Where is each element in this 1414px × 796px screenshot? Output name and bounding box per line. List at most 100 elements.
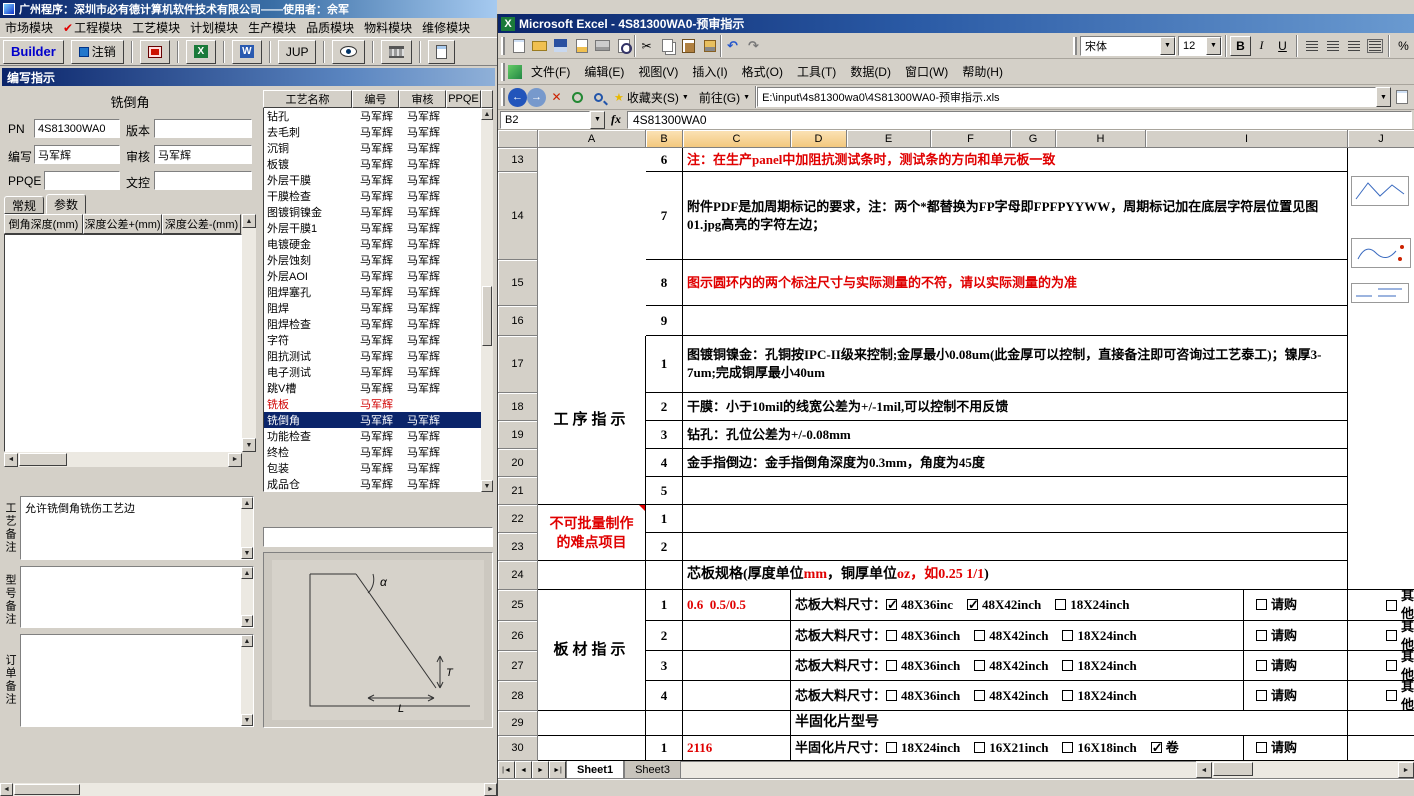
checkbox-18X24inch[interactable]: 18X24inch: [1062, 687, 1137, 705]
param-grid-hscrollbar[interactable]: ◄ ►: [4, 452, 242, 467]
cell-A22[interactable]: 不可批量制作 的难点项目: [538, 505, 646, 561]
cell-CI16[interactable]: [683, 306, 1348, 336]
col-process-name[interactable]: 工艺名称: [263, 90, 352, 108]
cell-K26[interactable]: 其他: [1348, 621, 1414, 651]
formula-input[interactable]: 4S81300WA0: [627, 110, 1412, 129]
prev-sheet-icon[interactable]: ◄: [515, 761, 532, 779]
cell-A29[interactable]: [538, 711, 646, 736]
col-writer[interactable]: 编号: [352, 90, 399, 108]
left-menu-item-3[interactable]: 计划模块: [185, 17, 243, 38]
scroll-up-icon[interactable]: ▲: [241, 635, 253, 647]
row-header-22[interactable]: 22: [498, 505, 538, 533]
writer-input[interactable]: [34, 145, 120, 164]
row-header-16[interactable]: 16: [498, 306, 538, 336]
cell-K27[interactable]: 其他: [1348, 651, 1414, 681]
process-row-3[interactable]: 板镀 马军辉 马军辉: [264, 156, 482, 172]
left-menu-item-2[interactable]: 工艺模块: [127, 17, 185, 38]
checkbox-48X42inch[interactable]: 48X42inch: [967, 596, 1041, 614]
cell-CI23[interactable]: [683, 533, 1348, 561]
process-row-20[interactable]: 功能检查 马军辉 马军辉: [264, 428, 482, 444]
col-auditor[interactable]: 审核: [399, 90, 446, 108]
process-row-16[interactable]: 电子测试 马军辉 马军辉: [264, 364, 482, 380]
checkbox-其他[interactable]: 其他: [1386, 681, 1414, 710]
doc-control-input[interactable]: [154, 171, 252, 190]
cell-CI22[interactable]: [683, 505, 1348, 533]
cell-J26[interactable]: 请购: [1244, 621, 1348, 651]
cell-D130[interactable]: 半固化片尺寸： 18X24inch 16X21inch 16X18inch 卷: [791, 736, 1244, 761]
scroll-up-icon[interactable]: ▲: [242, 214, 256, 228]
col-ppqe[interactable]: PPQE: [446, 90, 481, 108]
excel-menu-item-0[interactable]: 文件(F): [524, 60, 577, 83]
cell-C25[interactable]: 0.6 0.5/0.5: [683, 590, 791, 621]
excel-menu-item-8[interactable]: 帮助(H): [955, 60, 1010, 83]
red-grid-tool-button[interactable]: [139, 39, 170, 64]
param-grid-body[interactable]: [4, 234, 242, 452]
scroll-down-icon[interactable]: ▼: [241, 547, 253, 559]
underline-button[interactable]: U: [1272, 36, 1293, 56]
align-center-button[interactable]: [1322, 36, 1343, 56]
open-button[interactable]: [529, 36, 550, 56]
process-row-15[interactable]: 阻抗测试 马军辉 马军辉: [264, 348, 482, 364]
cell-D126[interactable]: 芯板大料尺寸： 48X36inch 48X42inch 18X24inch: [791, 621, 1244, 651]
cell-CI17[interactable]: 图镀铜镍金：孔铜按IPC-II级来控制;金厚最小0.08um(此金厚可以控制，直…: [683, 336, 1348, 393]
sheet-tab-sheet1[interactable]: Sheet1: [566, 761, 625, 779]
cell-CI18[interactable]: 干膜：小于10mil的线宽公差为+/-1mil,可以控制不用反馈: [683, 393, 1348, 421]
scrollbar-thumb[interactable]: [14, 784, 80, 795]
scrollbar-thumb[interactable]: [19, 453, 67, 466]
row-header-20[interactable]: 20: [498, 449, 538, 477]
tab-split-area[interactable]: [680, 761, 1196, 779]
save-button[interactable]: [550, 36, 571, 56]
process-row-2[interactable]: 沉铜 马军辉 马军辉: [264, 140, 482, 156]
cell-D128[interactable]: 芯板大料尺寸： 48X36inch 48X42inch 18X24inch: [791, 681, 1244, 711]
column-header-D[interactable]: D: [791, 130, 847, 148]
process-row-23[interactable]: 成品仓 马军辉 马军辉: [264, 476, 482, 492]
left-horizontal-scrollbar[interactable]: ◄ ►: [0, 783, 497, 796]
row-header-30[interactable]: 30: [498, 736, 538, 761]
go-button[interactable]: 前往(G) ▼: [694, 89, 755, 106]
sheet-tab-sheet3[interactable]: Sheet3: [624, 761, 681, 779]
cell-J28[interactable]: 请购: [1244, 681, 1348, 711]
column-header-B[interactable]: B: [646, 130, 683, 148]
checkbox-18X24inch[interactable]: 18X24inch: [1055, 596, 1129, 614]
row-header-13[interactable]: 13: [498, 148, 538, 172]
cell-J25[interactable]: 请购: [1244, 590, 1348, 621]
select-all-corner[interactable]: [498, 130, 538, 148]
checkbox-18X24inch[interactable]: 18X24inch: [1062, 657, 1137, 675]
process-row-7[interactable]: 外层干膜1 马军辉 马军辉: [264, 220, 482, 236]
scroll-down-icon[interactable]: ▼: [241, 615, 253, 627]
process-row-11[interactable]: 阻焊塞孔 马军辉 马军辉: [264, 284, 482, 300]
chevron-down-icon[interactable]: ▼: [1160, 36, 1175, 55]
checkbox-请购[interactable]: 请购: [1256, 739, 1297, 757]
cell-K25[interactable]: 其他: [1348, 590, 1414, 621]
cell-B19[interactable]: 3: [646, 421, 683, 449]
toolbar-grip[interactable]: [1073, 36, 1077, 55]
toolbar-grip[interactable]: [501, 88, 505, 106]
process-row-17[interactable]: 跳V槽 马军辉 马军辉: [264, 380, 482, 396]
cell-A30[interactable]: [538, 736, 646, 761]
row-header-21[interactable]: 21: [498, 477, 538, 505]
cell-C28[interactable]: [683, 681, 791, 711]
checkbox-请购[interactable]: 请购: [1256, 657, 1297, 675]
print-preview-button[interactable]: [613, 36, 634, 56]
toolbar-grip[interactable]: [501, 36, 505, 55]
process-row-13[interactable]: 阻焊检查 马军辉 马军辉: [264, 316, 482, 332]
cell-CI21[interactable]: [683, 477, 1348, 505]
cell-C29[interactable]: [683, 711, 791, 736]
scroll-left-icon[interactable]: ◄: [1196, 762, 1212, 778]
left-menu-item-6[interactable]: 物料模块: [359, 17, 417, 38]
note-scrollbar[interactable]: ▲ ▼: [241, 567, 253, 627]
process-row-19[interactable]: 铣倒角 马军辉 马军辉: [264, 412, 482, 428]
checkbox-18X24inch[interactable]: 18X24inch: [1062, 627, 1137, 645]
print-button[interactable]: [592, 36, 613, 56]
process-row-14[interactable]: 字符 马军辉 马军辉: [264, 332, 482, 348]
row-header-17[interactable]: 17: [498, 336, 538, 393]
word-tool-button[interactable]: W: [231, 39, 262, 64]
left-menu-item-1[interactable]: ✔工程模块: [58, 17, 127, 38]
excel-tool-button[interactable]: X: [185, 39, 216, 64]
italic-button[interactable]: I: [1251, 36, 1272, 56]
process-row-8[interactable]: 电镀硬金 马军辉 马军辉: [264, 236, 482, 252]
scroll-down-icon[interactable]: ▼: [241, 714, 253, 726]
param-grid-vscrollbar[interactable]: ▲ ▼: [242, 214, 256, 452]
process-row-6[interactable]: 图镀铜镍金 马军辉 马军辉: [264, 204, 482, 220]
cell-B25[interactable]: 1: [646, 590, 683, 621]
